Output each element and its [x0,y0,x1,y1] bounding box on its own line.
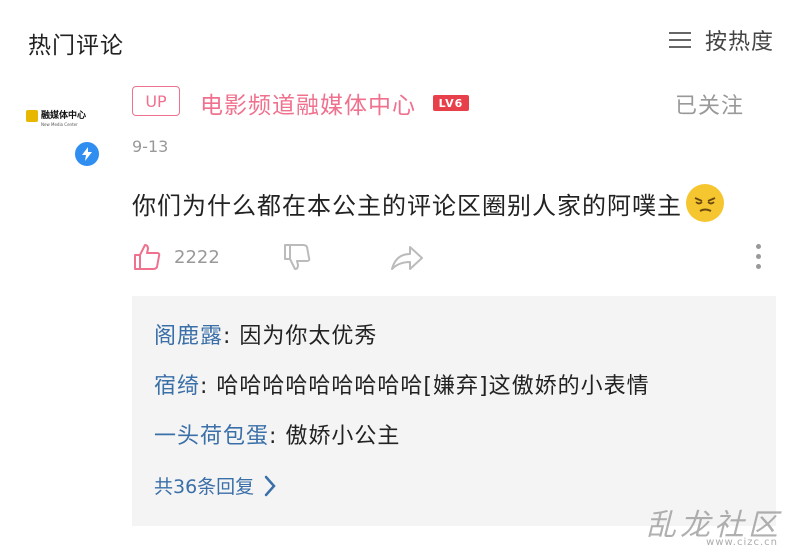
share-button[interactable] [390,244,424,276]
reply-item[interactable]: 宿绮: 哈哈哈哈哈哈哈哈哈[嫌弃]这傲娇的小表情 [154,368,650,400]
reply-text: : 因为你太优秀 [223,324,378,349]
level-badge: LV6 [433,95,469,111]
comment-date: 9-13 [132,137,169,156]
section-title: 热门评论 [28,33,124,59]
reply-item[interactable]: 阁鹿露: 因为你太优秀 [154,318,377,350]
replies-count-label: 共36条回复 [154,476,255,498]
share-arrow-icon [391,246,423,270]
more-options-icon[interactable] [756,244,762,272]
view-all-replies-link[interactable]: 共36条回复 [154,472,276,499]
sort-by-popularity-button[interactable]: 按热度 [668,24,774,56]
up-tag: UP [132,86,180,116]
smirk-emoji-icon [686,184,724,222]
reply-item[interactable]: 一头荷包蛋: 傲娇小公主 [154,418,400,450]
logo-mark-icon [26,110,38,122]
watermark-url: www.cizc.cn [706,537,778,548]
dislike-button[interactable] [282,242,312,276]
sort-label: 按热度 [704,30,774,55]
reply-text: : 哈哈哈哈哈哈哈哈哈[嫌弃]这傲娇的小表情 [200,374,650,399]
avatar-name: 融媒体中心 [41,111,87,121]
username-link[interactable]: 电影频道融媒体中心 [200,86,416,120]
avatar-subtitle: New Media Center [41,122,78,127]
comment-actions: 2222 [132,240,772,280]
chevron-right-icon [264,475,276,496]
replies-box: 阁鹿露: 因为你太优秀 宿绮: 哈哈哈哈哈哈哈哈哈[嫌弃]这傲娇的小表情 一头荷… [132,296,776,526]
comment-content: 你们为什么都在本公主的评论区圈别人家的阿噗主 [132,184,724,222]
like-button[interactable]: 2222 [132,242,220,272]
reply-author[interactable]: 宿绮 [154,374,200,399]
site-watermark: 乱龙社区 www.cizc.cn [612,500,782,548]
verified-lightning-icon [73,140,101,168]
avatar-logo: 融媒体中心 [26,110,98,122]
comment-text: 你们为什么都在本公主的评论区圈别人家的阿噗主 [132,191,682,220]
reply-text: : 傲娇小公主 [269,424,401,449]
thumbs-up-icon [134,244,161,270]
reply-author[interactable]: 一头荷包蛋 [154,424,269,449]
follow-status-button[interactable]: 已关注 [675,88,744,120]
like-count: 2222 [174,246,220,268]
comments-header: 热门评论 按热度 [0,0,800,84]
avatar[interactable]: 融媒体中心 New Media Center [26,110,98,140]
thumbs-down-icon [284,244,311,270]
reply-author[interactable]: 阁鹿露 [154,324,223,349]
menu-lines-icon [668,30,693,50]
